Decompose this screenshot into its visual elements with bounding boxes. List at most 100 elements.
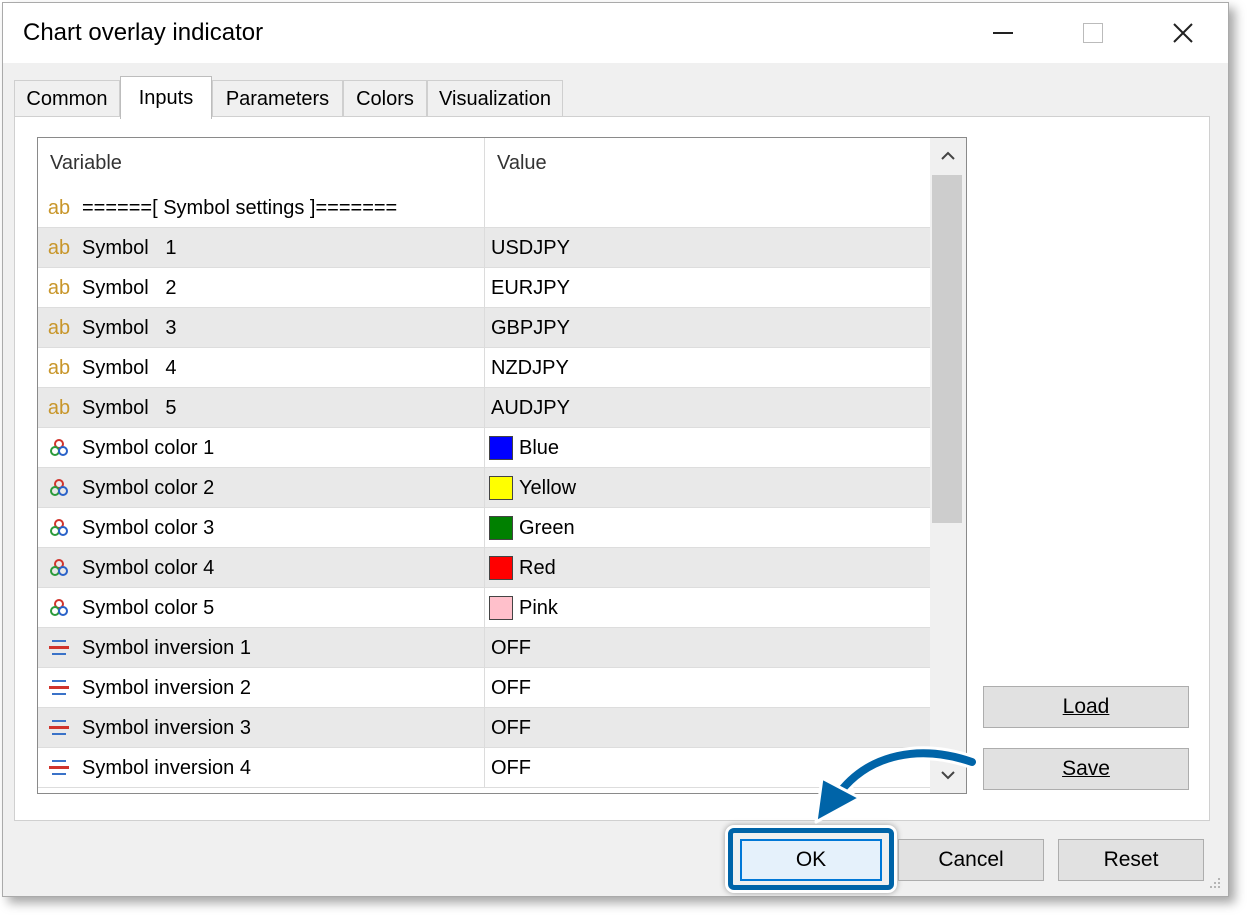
- table-row[interactable]: Symbol inversion 2 OFF: [38, 668, 930, 708]
- title-bar: Chart overlay indicator: [3, 3, 1228, 63]
- variable-cell: Symbol inversion 4: [38, 748, 485, 788]
- maximize-button[interactable]: [1048, 3, 1138, 63]
- value-text: Red: [519, 556, 556, 579]
- table-row[interactable]: Symbol inversion 4 OFF: [38, 748, 930, 788]
- value-cell[interactable]: AUDJPY: [485, 388, 930, 428]
- table-row[interactable]: Symbol inversion 3 OFF: [38, 708, 930, 748]
- variable-name: Symbol 2: [82, 276, 177, 299]
- load-button[interactable]: Load: [983, 686, 1189, 728]
- table-row[interactable]: ab Symbol 4 NZDJPY: [38, 348, 930, 388]
- value-cell[interactable]: Green: [485, 508, 930, 548]
- variable-name: Symbol 3: [82, 316, 177, 339]
- value-text: EURJPY: [491, 276, 570, 299]
- table-row[interactable]: Symbol color 1 Blue: [38, 428, 930, 468]
- variable-cell: ab Symbol 5: [38, 388, 485, 428]
- ab-icon: ab: [47, 196, 71, 219]
- value-cell[interactable]: Pink: [485, 588, 930, 628]
- inputs-grid: Variable Value ab ======[ Symbol settings…: [37, 137, 967, 794]
- value-text: OFF: [491, 756, 531, 779]
- maximize-icon: [1083, 23, 1103, 43]
- save-button[interactable]: Save: [983, 748, 1189, 790]
- grid-header: Variable Value: [38, 138, 930, 188]
- table-row[interactable]: Symbol color 5 Pink: [38, 588, 930, 628]
- value-text: AUDJPY: [491, 396, 570, 419]
- enum-list-icon: [46, 715, 72, 741]
- variable-cell: ab Symbol 3: [38, 308, 485, 348]
- variable-name: Symbol inversion 4: [82, 756, 251, 779]
- value-cell[interactable]: USDJPY: [485, 228, 930, 268]
- value-text: Blue: [519, 436, 560, 459]
- variable-name: Symbol inversion 3: [82, 716, 251, 739]
- value-text: Pink: [519, 596, 558, 619]
- color-palette-icon: [46, 435, 72, 461]
- variable-cell: Symbol color 3: [38, 508, 485, 548]
- variable-cell: ab Symbol 4: [38, 348, 485, 388]
- ok-button[interactable]: OK: [740, 839, 882, 881]
- tab-visualization[interactable]: Visualization: [427, 80, 563, 118]
- table-row[interactable]: ab Symbol 3 GBPJPY: [38, 308, 930, 348]
- variable-cell: Symbol inversion 2: [38, 668, 485, 708]
- value-cell[interactable]: Blue: [485, 428, 930, 468]
- close-button[interactable]: [1138, 3, 1228, 63]
- value-cell[interactable]: EURJPY: [485, 268, 930, 308]
- cancel-button[interactable]: Cancel: [898, 839, 1044, 881]
- variable-name: Symbol 1: [82, 236, 177, 259]
- minimize-icon: [993, 32, 1013, 34]
- chevron-up-icon: [941, 151, 955, 160]
- table-row[interactable]: ab Symbol 5 AUDJPY: [38, 388, 930, 428]
- tab-parameters[interactable]: Parameters: [212, 80, 343, 118]
- enum-list-icon: [46, 675, 72, 701]
- value-cell[interactable]: OFF: [485, 628, 930, 668]
- tab-colors[interactable]: Colors: [343, 80, 427, 118]
- variable-cell: Symbol color 1: [38, 428, 485, 468]
- table-row[interactable]: ab Symbol 1 USDJPY: [38, 228, 930, 268]
- color-swatch: [489, 516, 513, 540]
- enum-list-icon: [46, 755, 72, 781]
- color-swatch: [489, 436, 513, 460]
- color-swatch: [489, 476, 513, 500]
- minimize-button[interactable]: [958, 3, 1048, 63]
- value-cell[interactable]: OFF: [485, 668, 930, 708]
- table-row[interactable]: ab Symbol 2 EURJPY: [38, 268, 930, 308]
- table-row[interactable]: Symbol inversion 1 OFF: [38, 628, 930, 668]
- scrollbar-thumb[interactable]: [932, 175, 962, 523]
- value-cell[interactable]: [485, 188, 930, 228]
- tab-inputs[interactable]: Inputs: [120, 76, 212, 119]
- ab-icon: ab: [47, 356, 71, 379]
- column-header-value[interactable]: Value: [485, 138, 930, 188]
- table-row[interactable]: ab ======[ Symbol settings ]=======: [38, 188, 930, 228]
- color-palette-icon: [46, 595, 72, 621]
- value-cell[interactable]: Red: [485, 548, 930, 588]
- load-button-label: Load: [1062, 695, 1110, 718]
- table-row[interactable]: Symbol color 3 Green: [38, 508, 930, 548]
- variable-name: Symbol color 5: [82, 596, 215, 619]
- variable-name: Symbol color 4: [82, 556, 215, 579]
- ab-icon: ab: [47, 236, 71, 259]
- vertical-scrollbar[interactable]: [930, 138, 966, 793]
- value-cell[interactable]: GBPJPY: [485, 308, 930, 348]
- value-text: GBPJPY: [491, 316, 570, 339]
- reset-button[interactable]: Reset: [1058, 839, 1204, 881]
- variable-name: Symbol color 1: [82, 436, 215, 459]
- variable-cell: Symbol color 2: [38, 468, 485, 508]
- table-row[interactable]: Symbol color 2 Yellow: [38, 468, 930, 508]
- color-palette-icon: [46, 555, 72, 581]
- variable-name: ======[ Symbol settings ]=======: [82, 196, 398, 219]
- value-cell[interactable]: NZDJPY: [485, 348, 930, 388]
- variable-cell: ab Symbol 2: [38, 268, 485, 308]
- value-text: NZDJPY: [491, 356, 569, 379]
- value-text: USDJPY: [491, 236, 570, 259]
- column-header-variable[interactable]: Variable: [38, 138, 485, 188]
- value-text: Yellow: [519, 476, 577, 499]
- variable-cell: ab Symbol 1: [38, 228, 485, 268]
- tab-common[interactable]: Common: [14, 80, 120, 118]
- value-cell[interactable]: Yellow: [485, 468, 930, 508]
- close-icon: [1173, 23, 1193, 43]
- resize-grip-icon[interactable]: [1206, 874, 1222, 890]
- table-row[interactable]: Symbol color 4 Red: [38, 548, 930, 588]
- color-swatch: [489, 596, 513, 620]
- color-palette-icon: [46, 515, 72, 541]
- scroll-up-button[interactable]: [930, 138, 966, 174]
- ab-icon: ab: [47, 276, 71, 299]
- variable-name: Symbol color 2: [82, 476, 215, 499]
